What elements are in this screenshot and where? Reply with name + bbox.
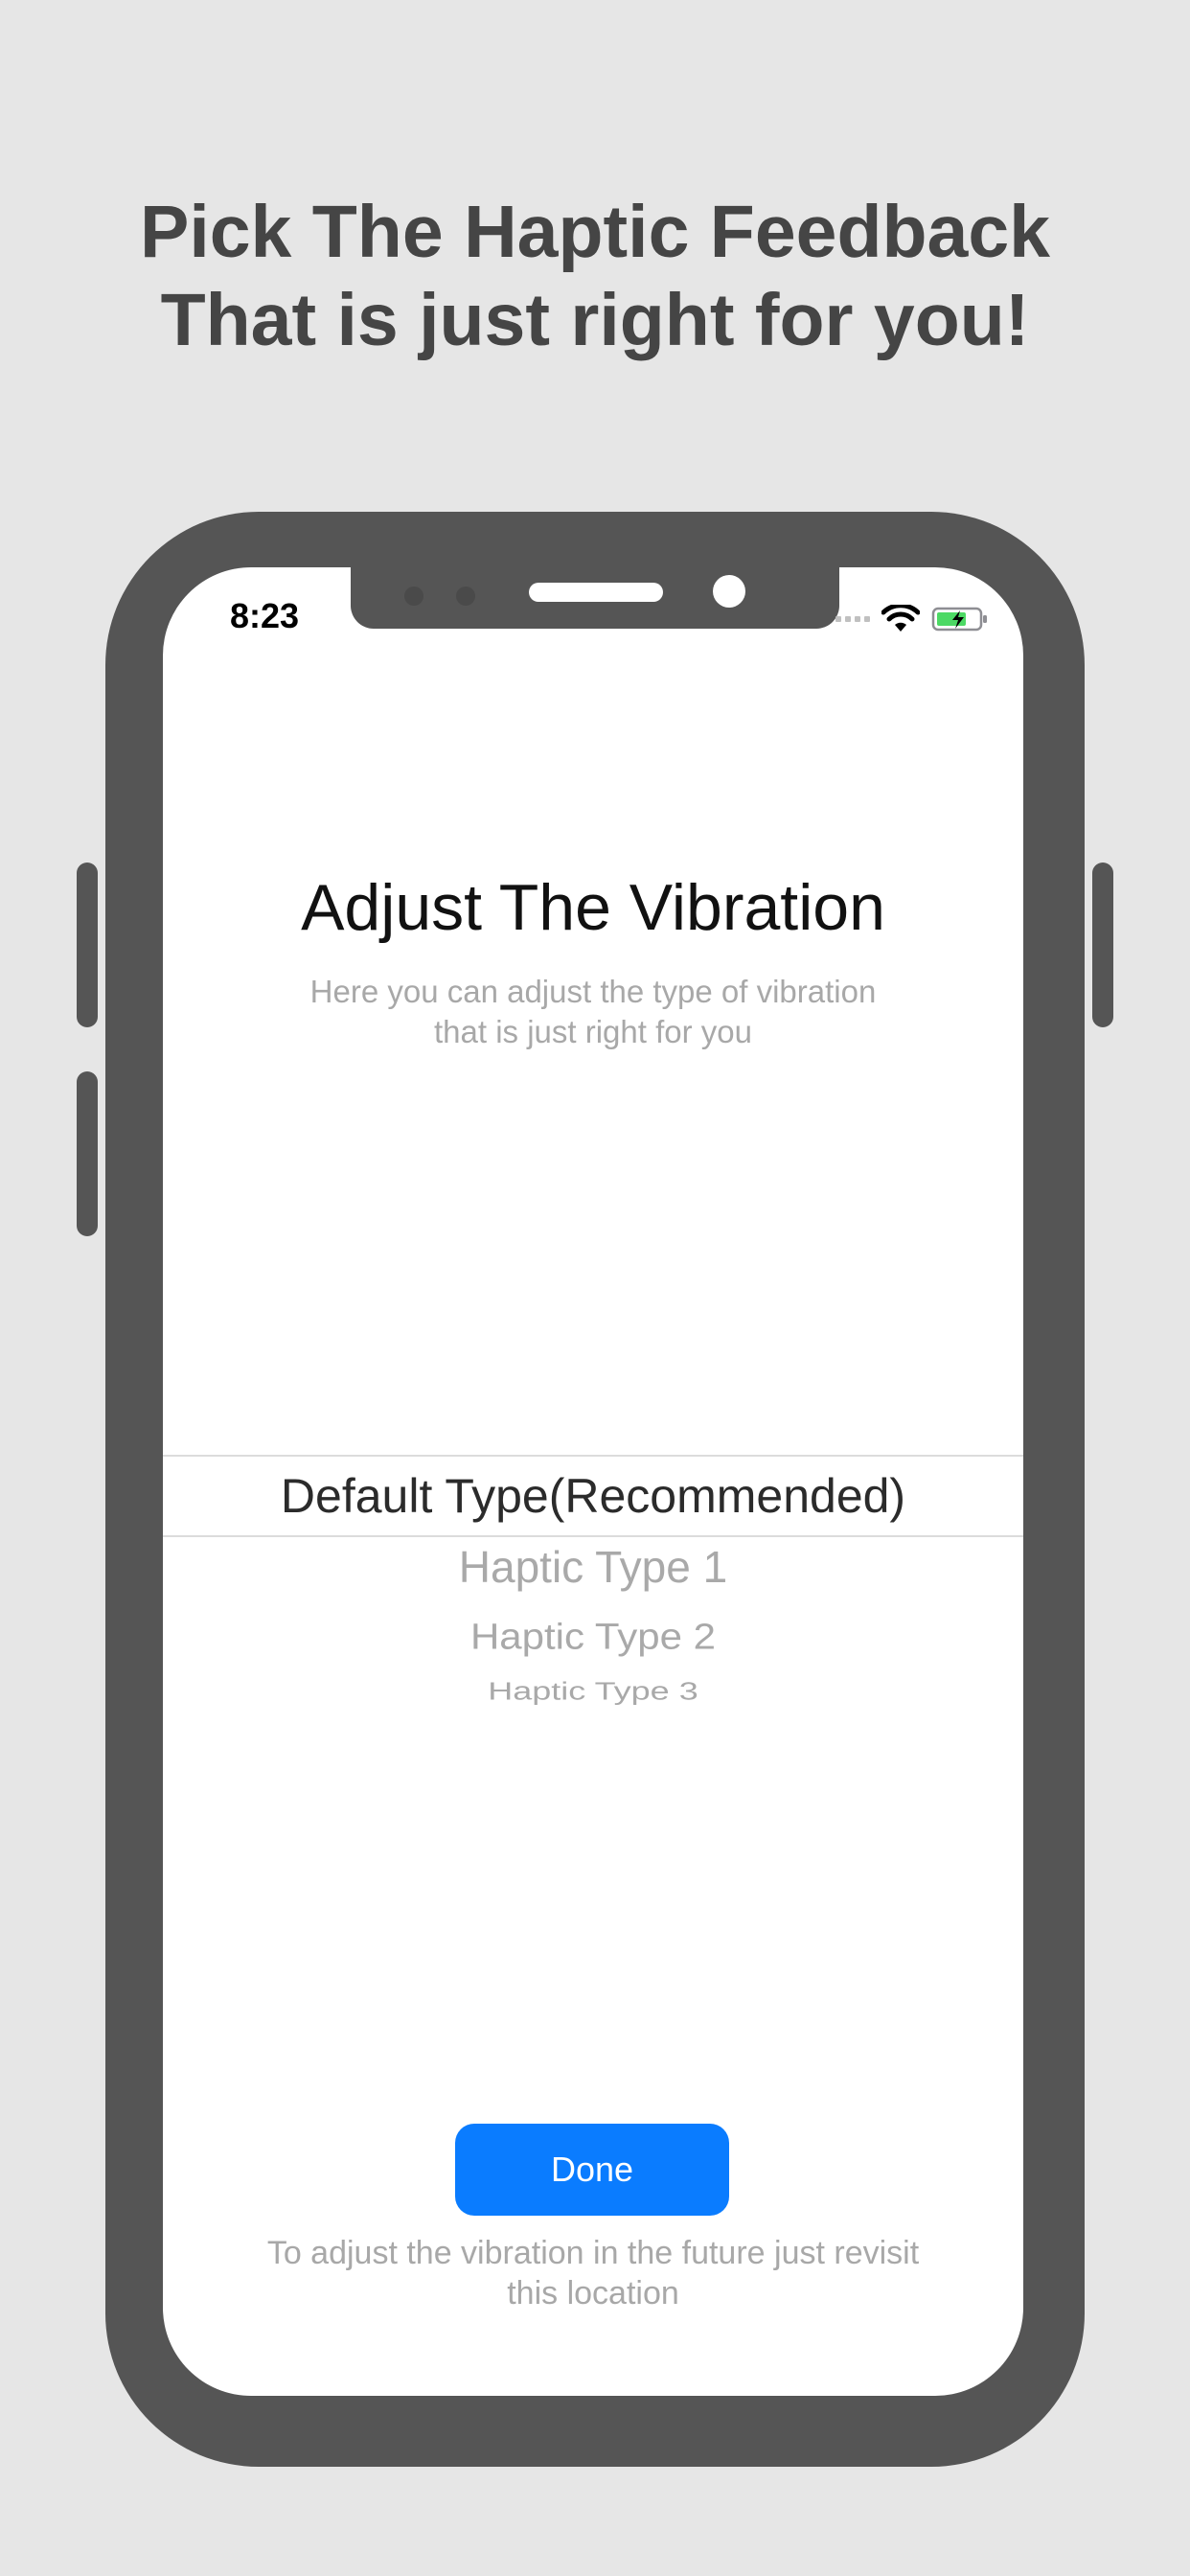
- headline-line-2: That is just right for you!: [160, 279, 1030, 361]
- promo-headline: Pick The Haptic Feedback That is just ri…: [0, 188, 1190, 364]
- front-camera: [713, 575, 745, 608]
- cellular-signal-icon: [835, 616, 870, 622]
- picker-option-haptic-1[interactable]: Haptic Type 1: [163, 1541, 1023, 1593]
- footer-line-1: To adjust the vibration in the future ju…: [266, 2235, 920, 2271]
- battery-charging-icon: [931, 607, 987, 632]
- status-icons: [835, 600, 989, 638]
- phone-notch: [351, 567, 839, 629]
- subtitle-line-2: that is just right for you: [434, 1014, 752, 1049]
- done-button[interactable]: Done: [455, 2124, 729, 2216]
- picker-option-haptic-3[interactable]: Haptic Type 3: [163, 1677, 1023, 1706]
- sensor-dot: [456, 586, 475, 606]
- footer-line-2: this location: [507, 2275, 679, 2312]
- power-button: [1092, 862, 1113, 1027]
- volume-up-button: [77, 862, 98, 1027]
- status-time: 8:23: [230, 596, 300, 635]
- picker-option-haptic-2[interactable]: Haptic Type 2: [163, 1616, 1023, 1657]
- picker-selected-option[interactable]: Default Type(Recommended): [163, 1457, 1023, 1535]
- picker-bottom-divider: [163, 1535, 1023, 1537]
- volume-down-button: [77, 1071, 98, 1236]
- screen-title: Adjust The Vibration: [301, 871, 885, 944]
- sensor-dot: [404, 586, 423, 606]
- screen-subtitle: Here you can adjust the type of vibratio…: [163, 972, 1023, 1052]
- footer-note: To adjust the vibration in the future ju…: [163, 2233, 1023, 2313]
- promo-page: Pick The Haptic Feedback That is just ri…: [0, 0, 1190, 2576]
- wifi-icon: [881, 605, 920, 632]
- earpiece-speaker: [529, 583, 663, 602]
- headline-line-1: Pick The Haptic Feedback: [139, 191, 1051, 273]
- subtitle-line-1: Here you can adjust the type of vibratio…: [309, 974, 877, 1009]
